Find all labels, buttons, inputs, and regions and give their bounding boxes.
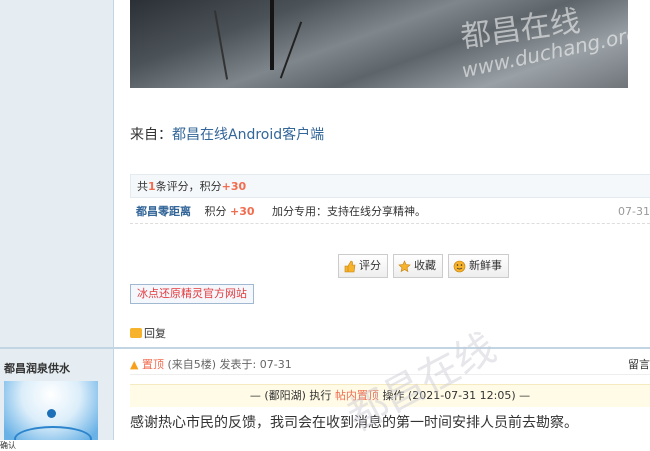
source-line: 来自：都昌在线Android客户端 [130,124,324,144]
star-icon [398,259,411,272]
pin-icon: ▲ [130,358,139,371]
message-button[interactable]: 留言 [628,356,650,374]
rating-user-link[interactable]: 都昌零距离 [136,205,191,218]
post-body: 感谢热心市民的反馈，我司会在收到消息的第一时间安排人员前去勘察。 [130,415,578,431]
post-content: 都昌在线 www.duchang.org 来自：都昌在线Android客户端 共… [114,0,650,450]
moderation-notice: — (鄱阳湖) 执行 帖内置顶 操作 (2021-07-31 12:05) — [130,384,650,407]
notice-prefix: — (鄱阳湖) 执行 [249,389,332,402]
rating-total: +30 [221,180,247,193]
post-image[interactable]: 都昌在线 www.duchang.org [130,0,628,88]
photo-pole [270,0,274,70]
bottom-bar: 确认 [0,440,650,450]
fresh-button[interactable]: 新鲜事 [448,254,509,278]
fresh-button-label: 新鲜事 [469,259,502,272]
water-drop-icon [47,409,56,418]
reply-button[interactable]: 回复 [130,325,166,341]
smile-icon [453,260,466,272]
rating-time: 07-31 [618,205,650,218]
pinned-label: 置顶 [141,358,164,371]
rating-reason: 加分专用：支持在线分享精神。 [272,205,427,218]
rating-count: 1 [148,180,156,193]
action-buttons: 评分 收藏 新鲜事 [338,254,509,278]
notice-action-link[interactable]: 帖内置顶 [335,389,379,402]
rate-button-label: 评分 [359,259,381,272]
post-meta: ▲ 置顶 (来自5楼) 发表于: 07-31 留言 [130,356,650,375]
author-name[interactable]: 都昌润泉供水 [4,360,70,376]
thumbs-up-icon [344,260,356,272]
favorite-button[interactable]: 收藏 [393,254,443,278]
rating-summary: 共1条评分，积分+30 [130,174,650,198]
ad-link[interactable]: 冰点还原精灵官方网站 [130,284,254,304]
rating-score: +30 [230,205,255,218]
reply-icon [130,328,142,338]
notice-suffix: 操作 (2021-07-31 12:05) — [382,389,531,402]
rating-summary-prefix: 共 [137,180,148,193]
rating-row: 都昌零距离 积分 +30 加分专用：支持在线分享精神。 07-31 [130,200,650,224]
reply-label: 回复 [144,327,166,340]
post-divider [0,347,650,349]
rate-button[interactable]: 评分 [338,254,388,278]
photo-pole [279,21,303,79]
photo-pole [213,10,229,80]
favorite-button-label: 收藏 [414,259,436,272]
rating-summary-label: 条评分，积分 [155,180,222,193]
floor-info: (来自5楼) 发表于: 07-31 [167,358,292,371]
source-prefix: 来自： [130,127,172,143]
android-client-link[interactable]: 都昌在线Android客户端 [172,127,324,143]
rating-score-label: 积分 [204,205,227,218]
